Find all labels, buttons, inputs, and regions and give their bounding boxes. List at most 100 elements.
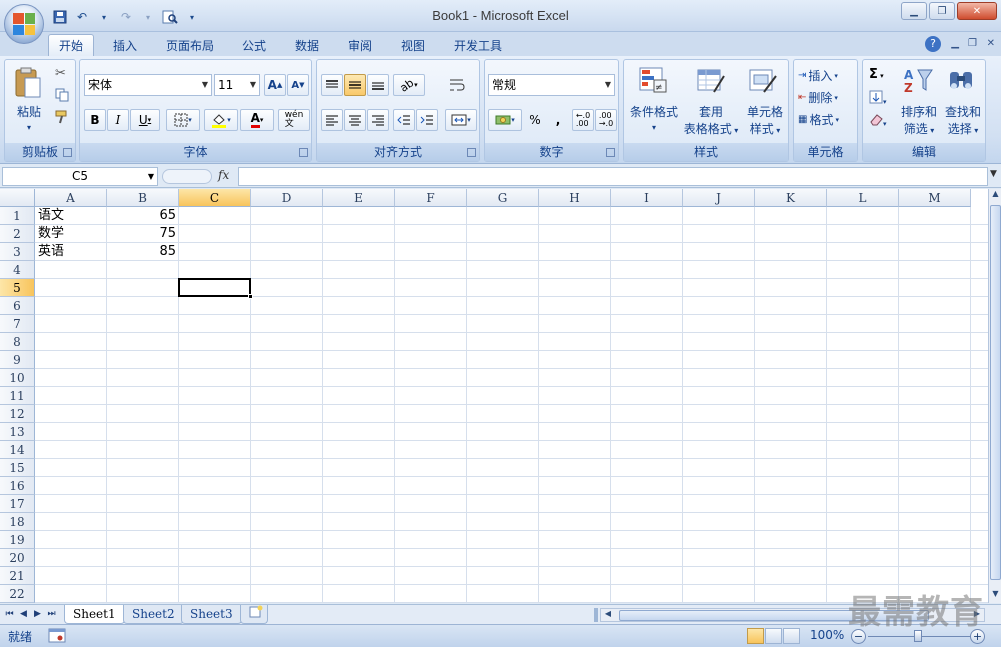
insert-sheet-button[interactable] (240, 605, 268, 624)
page-layout-view-button[interactable] (765, 628, 782, 644)
paste-button[interactable]: 粘贴 (11, 104, 47, 120)
row-header-13[interactable]: 13 (0, 423, 35, 441)
row-header-8[interactable]: 8 (0, 333, 35, 351)
tab-developer[interactable]: 开发工具 (444, 34, 512, 56)
align-right-button[interactable] (367, 109, 389, 131)
row-header-20[interactable]: 20 (0, 549, 35, 567)
font-launcher-icon[interactable] (299, 148, 308, 157)
table-format-label-1[interactable]: 套用 (684, 104, 738, 120)
normal-view-button[interactable] (747, 628, 764, 644)
row-header-7[interactable]: 7 (0, 315, 35, 333)
row-header-15[interactable]: 15 (0, 459, 35, 477)
column-header-E[interactable]: E (323, 189, 395, 207)
copy-icon[interactable] (55, 88, 69, 105)
vertical-scroll-thumb[interactable] (990, 205, 1001, 580)
insert-cells-button[interactable]: ⇥ 插入 ▾ (798, 67, 838, 84)
column-header-M[interactable]: M (899, 189, 971, 207)
decrease-decimal-button[interactable]: .00 →.0 (595, 109, 617, 131)
column-header-H[interactable]: H (539, 189, 611, 207)
column-header-L[interactable]: L (827, 189, 899, 207)
paste-dropdown-icon[interactable]: ▾ (11, 120, 47, 136)
row-header-12[interactable]: 12 (0, 405, 35, 423)
row-header-14[interactable]: 14 (0, 441, 35, 459)
format-painter-icon[interactable] (55, 110, 69, 127)
scroll-left-icon[interactable]: ◀ (602, 609, 614, 621)
worksheet-grid[interactable]: ABCDEFGHIJKLM 1 2 3 4 5 6 7 8 9 10 11 12 13 14 15 16 17 1… (0, 189, 988, 603)
sort-filter-icon[interactable]: AZ (903, 66, 933, 99)
page-break-view-button[interactable] (783, 628, 800, 644)
select-all-button[interactable] (0, 189, 35, 207)
ribbon-minimize-icon[interactable]: ▁ (951, 38, 959, 49)
conditional-format-icon[interactable]: ≠ (638, 66, 668, 99)
row-header-3[interactable]: 3 (0, 243, 35, 261)
sort-filter-label-2[interactable]: 筛选 ▾ (897, 121, 941, 139)
expand-formula-bar-icon[interactable]: ▼ (990, 169, 997, 179)
help-icon[interactable]: ? (925, 36, 941, 52)
font-color-button[interactable]: A ▾ (240, 109, 274, 131)
borders-button[interactable]: ▾ (166, 109, 200, 131)
insert-function-icon[interactable]: fx (218, 168, 229, 182)
scroll-down-icon[interactable]: ▼ (990, 589, 1001, 603)
row-header-1[interactable]: 1 (0, 207, 35, 225)
cell-B3[interactable]: 85 (107, 243, 179, 261)
tab-page-layout[interactable]: 页面布局 (156, 34, 224, 56)
tab-view[interactable]: 视图 (391, 34, 435, 56)
align-bottom-button[interactable] (367, 74, 389, 96)
row-header-4[interactable]: 4 (0, 261, 35, 279)
scroll-up-icon[interactable]: ▲ (990, 189, 1001, 203)
row-header-16[interactable]: 16 (0, 477, 35, 495)
vertical-scrollbar[interactable]: ▲ ▼ (988, 189, 1001, 603)
minimize-button[interactable]: ▁ (901, 2, 927, 20)
row-header-21[interactable]: 21 (0, 567, 35, 585)
formula-input[interactable] (238, 167, 988, 186)
column-header-K[interactable]: K (755, 189, 827, 207)
first-sheet-icon[interactable]: ⏮ (4, 608, 15, 621)
sheet-tab-2[interactable]: Sheet2 (123, 605, 184, 624)
row-header-6[interactable]: 6 (0, 297, 35, 315)
column-header-D[interactable]: D (251, 189, 323, 207)
bold-button[interactable]: B (84, 109, 106, 131)
prev-sheet-icon[interactable]: ◀ (18, 608, 29, 621)
align-left-button[interactable] (321, 109, 343, 131)
zoom-level[interactable]: 100% (810, 628, 844, 642)
row-header-19[interactable]: 19 (0, 531, 35, 549)
tab-insert[interactable]: 插入 (103, 34, 147, 56)
cell-styles-icon[interactable] (748, 66, 778, 99)
fill-handle[interactable] (248, 294, 253, 299)
decrease-indent-button[interactable] (393, 109, 415, 131)
number-format-combo[interactable]: 常规 ▼ (488, 74, 615, 96)
cell-styles-label-2[interactable]: 样式 ▾ (740, 121, 790, 139)
row-header-22[interactable]: 22 (0, 585, 35, 603)
increase-decimal-button[interactable]: ←.0.00 (572, 109, 594, 131)
font-name-combo[interactable]: 宋体 ▼ (84, 74, 212, 96)
close-button[interactable]: ✕ (957, 2, 997, 20)
column-header-F[interactable]: F (395, 189, 467, 207)
table-format-label-2[interactable]: 表格格式 ▾ (680, 121, 742, 139)
column-header-G[interactable]: G (467, 189, 539, 207)
tab-split-handle[interactable] (594, 608, 598, 622)
tab-review[interactable]: 审阅 (338, 34, 382, 56)
tab-formulas[interactable]: 公式 (232, 34, 276, 56)
conditional-format-button[interactable]: 条件格式 (626, 104, 682, 120)
cell-A1[interactable]: 语文 (35, 207, 107, 225)
italic-button[interactable]: I (107, 109, 129, 131)
cell-B2[interactable]: 75 (107, 225, 179, 243)
accounting-format-button[interactable]: ▾ (488, 109, 522, 131)
find-select-label-1[interactable]: 查找和 (941, 104, 985, 120)
office-button[interactable] (4, 4, 44, 44)
cell-B1[interactable]: 65 (107, 207, 179, 225)
find-select-label-2[interactable]: 选择 ▾ (941, 121, 985, 139)
wrap-text-button[interactable] (445, 74, 469, 96)
column-header-I[interactable]: I (611, 189, 683, 207)
row-header-11[interactable]: 11 (0, 387, 35, 405)
row-header-17[interactable]: 17 (0, 495, 35, 513)
orientation-button[interactable]: ab ▾ (393, 74, 425, 96)
fill-button[interactable]: ▾ (869, 90, 887, 107)
cut-icon[interactable]: ✂ (55, 66, 66, 81)
cell-A3[interactable]: 英语 (35, 243, 107, 261)
merge-center-button[interactable]: ▾ (445, 109, 477, 131)
row-header-2[interactable]: 2 (0, 225, 35, 243)
shrink-font-button[interactable]: A ▼ (287, 74, 309, 96)
autosum-button[interactable]: Σ ▾ (869, 67, 884, 82)
ribbon-restore-icon[interactable]: ❐ (968, 38, 977, 49)
